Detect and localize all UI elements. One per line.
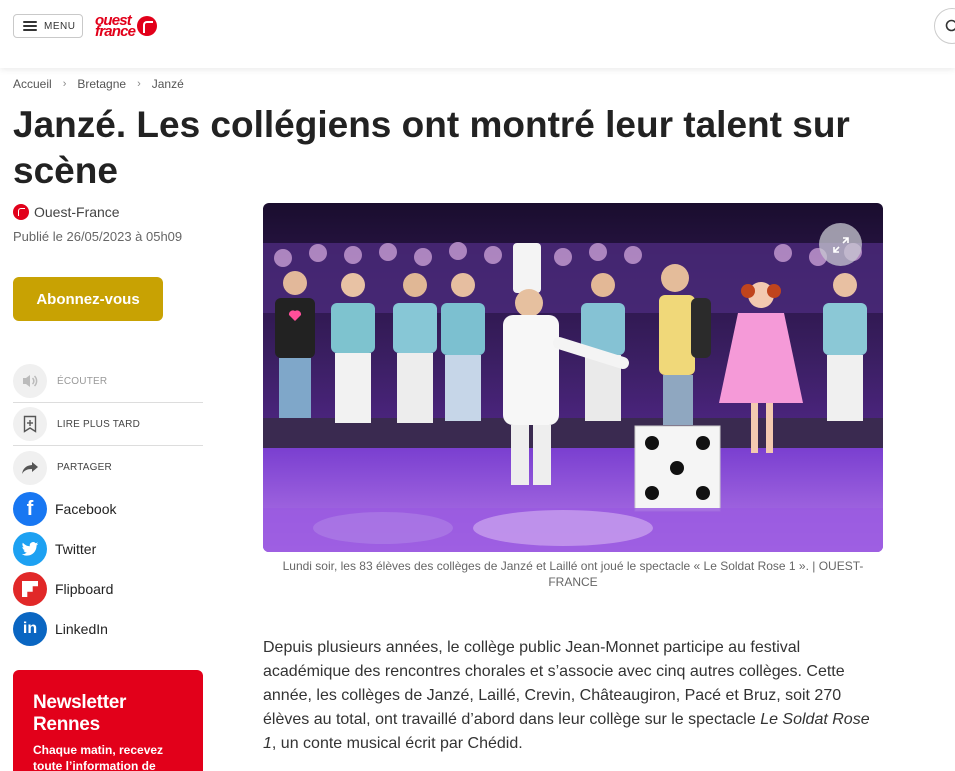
menu-button[interactable]: MENU: [13, 14, 83, 38]
author[interactable]: Ouest-France: [13, 204, 120, 220]
flipboard-label: Flipboard: [55, 581, 114, 597]
article-title: Janzé. Les collégiens ont montré leur ta…: [13, 104, 850, 191]
facebook-label: Facebook: [55, 501, 117, 517]
article-actions: ÉCOUTER LIRE PLUS TARD PARTAGER f Facebo…: [13, 360, 203, 649]
expand-icon: [832, 236, 849, 253]
subscribe-button[interactable]: Abonnez-vous: [13, 277, 163, 321]
article-photo[interactable]: [263, 203, 883, 552]
listen-button[interactable]: ÉCOUTER: [13, 360, 203, 403]
expand-button[interactable]: [819, 223, 862, 266]
share-flipboard[interactable]: Flipboard: [13, 569, 203, 609]
bookmark-plus-icon: [13, 407, 47, 441]
hamburger-icon: [23, 21, 37, 31]
breadcrumb: Accueil › Bretagne › Janzé: [13, 77, 184, 91]
read-later-button[interactable]: LIRE PLUS TARD: [13, 403, 203, 446]
read-later-label: LIRE PLUS TARD: [57, 418, 141, 430]
top-bar: MENU ouest france: [0, 0, 955, 68]
newsletter-text: Chaque matin, recevez toute l’informatio…: [33, 743, 164, 771]
share-button[interactable]: PARTAGER: [13, 446, 203, 489]
twitter-label: Twitter: [55, 541, 97, 557]
chevron-right-icon: ›: [62, 78, 67, 90]
facebook-icon: f: [13, 492, 47, 526]
breadcrumb-bretagne[interactable]: Bretagne: [77, 77, 126, 91]
share-label: PARTAGER: [57, 462, 112, 473]
author-name: Ouest-France: [34, 204, 120, 220]
share-arrow-icon: [13, 450, 47, 485]
flipboard-icon: [13, 572, 47, 606]
share-linkedin[interactable]: in LinkedIn: [13, 609, 203, 649]
breadcrumb-janze[interactable]: Janzé: [152, 77, 184, 91]
ouest-france-logo[interactable]: ouest france: [95, 13, 158, 39]
speaker-icon: [13, 364, 47, 398]
newsletter-title: Newsletter Rennes: [33, 692, 127, 735]
stage-photo: [263, 203, 883, 552]
publish-date: Publié le 26/05/2023 à 05h09: [13, 229, 183, 244]
chevron-right-icon: ›: [137, 78, 141, 90]
photo-caption: Lundi soir, les 83 élèves des collèges d…: [282, 559, 864, 589]
ouest-france-icon: [13, 204, 29, 220]
share-twitter[interactable]: Twitter: [13, 529, 203, 569]
logo-mark-icon: [137, 16, 158, 36]
share-facebook[interactable]: f Facebook: [13, 489, 203, 529]
search-icon: [945, 19, 955, 32]
article-body: Depuis plusieurs années, le collège publ…: [263, 639, 870, 752]
newsletter-box[interactable]: Newsletter Rennes Chaque matin, recevez …: [13, 670, 203, 771]
linkedin-label: LinkedIn: [55, 621, 108, 637]
breadcrumb-accueil[interactable]: Accueil: [13, 77, 52, 91]
twitter-icon: [13, 532, 47, 566]
listen-label: ÉCOUTER: [57, 375, 108, 387]
search-button[interactable]: [934, 8, 955, 44]
linkedin-icon: in: [13, 612, 47, 646]
menu-label: MENU: [44, 20, 76, 32]
